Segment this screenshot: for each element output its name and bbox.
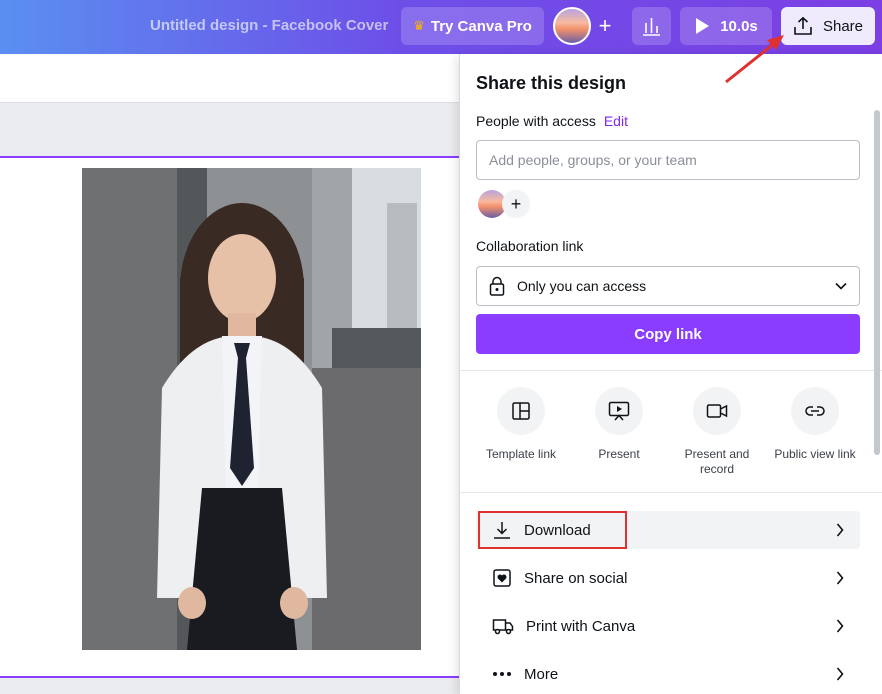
bar-chart-icon [643,18,660,36]
chevron-down-icon [835,282,847,290]
divider [460,370,882,371]
copy-link-button[interactable]: Copy link [476,314,860,354]
share-panel-title: Share this design [476,73,627,93]
template-icon [512,402,530,420]
add-people-button[interactable]: + [502,190,530,218]
plus-icon: + [510,193,522,214]
chevron-right-icon [836,571,844,585]
try-pro-label: Try Canva Pro [430,17,532,35]
play-icon [696,18,710,34]
template-link-option[interactable]: Template link [472,387,570,462]
print-with-canva-row[interactable]: Print with Canva [476,607,860,645]
chevron-right-icon [836,667,844,681]
add-people-input[interactable] [476,140,860,180]
top-bar: Untitled design - Facebook Cover ♛ Try C… [0,0,882,54]
upload-icon [794,16,812,35]
download-row[interactable]: Download [476,511,860,549]
collaboration-link-label: Collaboration link [476,238,584,254]
photo-illustration [82,168,421,650]
share-on-social-row[interactable]: Share on social [476,559,860,597]
template-link-label: Template link [485,447,557,461]
avatar[interactable] [553,7,591,45]
lock-icon [489,276,505,296]
more-label: More [524,665,559,683]
edit-access-link[interactable]: Edit [604,113,628,129]
people-access-text: People with access [476,113,596,129]
share-panel: Share this design People with access Edit… [459,54,882,694]
download-icon [494,522,510,539]
chevron-right-icon [836,523,844,537]
download-label: Download [524,521,591,539]
timer-label: 10.0s [720,17,758,35]
record-icon [706,404,728,418]
link-icon [805,406,825,416]
more-icon [493,672,511,676]
design-photo[interactable] [82,168,421,650]
share-on-social-label: Share on social [524,569,628,587]
share-label: Share [822,17,864,35]
public-view-link-label: Public view link [774,447,856,461]
present-and-record-label: Present and record [684,447,750,476]
share-button[interactable]: Share [781,7,875,45]
heart-icon [493,569,511,587]
document-title[interactable]: Untitled design - Facebook Cover [150,17,388,34]
try-canva-pro-button[interactable]: ♛ Try Canva Pro [401,7,544,45]
collaboration-access-select[interactable]: Only you can access [476,266,860,306]
plus-icon: + [598,13,612,38]
truck-icon [492,619,514,635]
collaboration-access-value: Only you can access [517,278,647,294]
public-view-link-option[interactable]: Public view link [766,387,864,462]
panel-scrollbar[interactable] [874,110,880,455]
crown-icon: ♛ [413,18,425,33]
chevron-right-icon [836,619,844,633]
people-access-label: People with access Edit [476,113,628,129]
print-with-canva-label: Print with Canva [526,617,636,635]
present-label: Present [598,447,640,461]
more-row[interactable]: More [476,655,860,693]
present-option[interactable]: Present [570,387,668,462]
present-icon [608,401,630,421]
play-timer-button[interactable]: 10.0s [680,7,772,45]
divider [460,492,882,493]
add-collaborator-button[interactable]: + [589,7,621,45]
insights-button[interactable] [632,7,671,45]
present-and-record-option[interactable]: Present and record [668,387,766,477]
